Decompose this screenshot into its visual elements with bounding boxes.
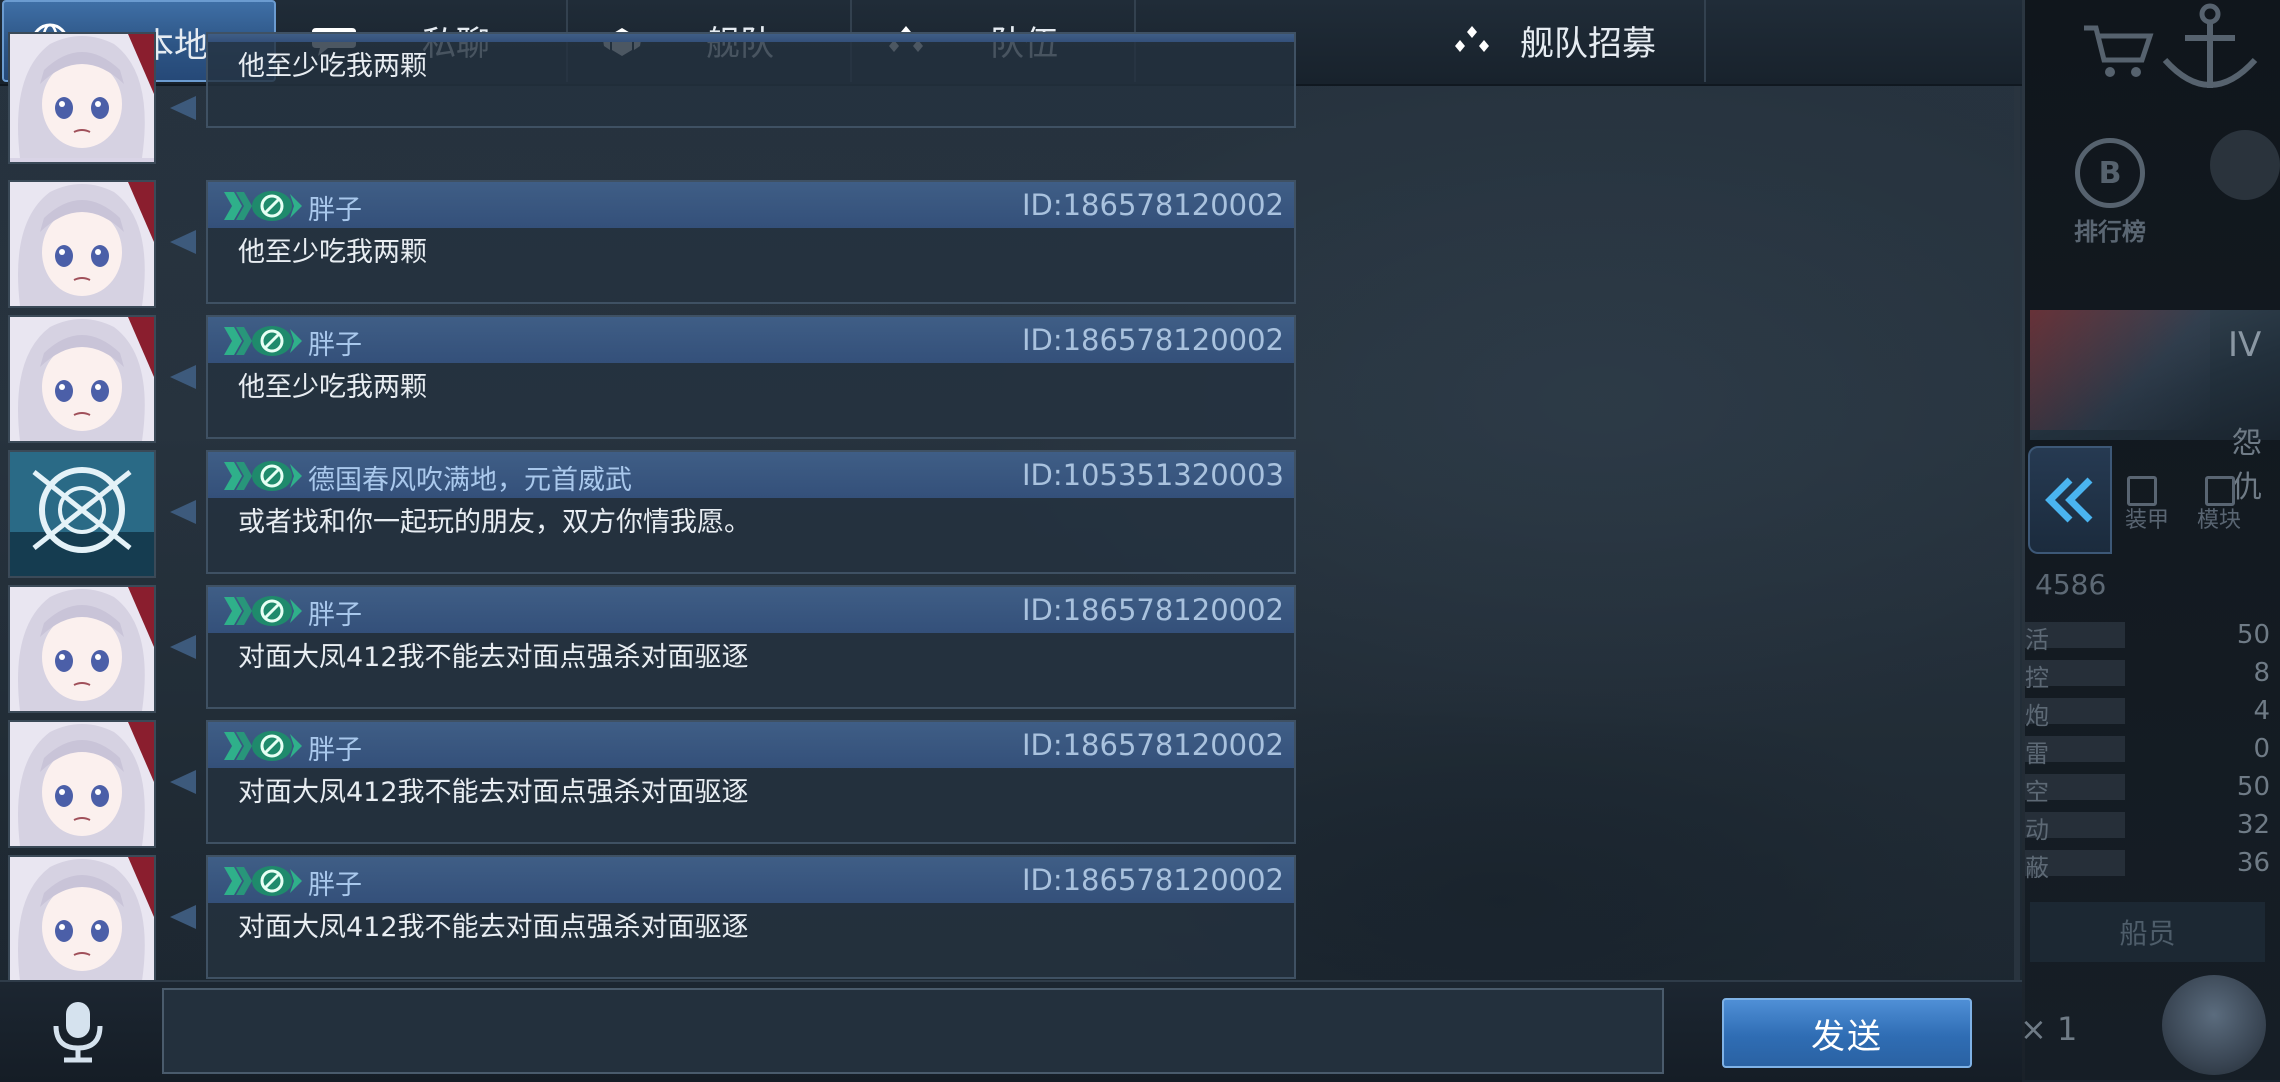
collapse-chat-button[interactable] bbox=[2028, 446, 2112, 554]
sender-id: ID:186578120002 bbox=[1021, 323, 1284, 357]
message-bubble[interactable]: 胖子 ID:186578120002 他至少吃我两颗 bbox=[206, 180, 1296, 304]
chat-message: 胖子 ID:186578120002 对面大凤412我不能去对面点强杀对面驱逐 bbox=[0, 585, 1300, 717]
rank-badge-icon bbox=[224, 866, 302, 896]
rank-badge-icon bbox=[224, 596, 302, 626]
anime-girl-avatar-icon bbox=[10, 317, 154, 441]
sender-id: ID:186578120002 bbox=[1021, 863, 1284, 897]
sender-id: ID:186578120002 bbox=[1021, 593, 1284, 627]
chat-message: 胖子 ID:186578120002 对面大凤412我不能去对面点强杀对面驱逐 bbox=[0, 855, 1300, 987]
bubble-pointer bbox=[170, 230, 196, 254]
message-header: 胖子 ID:186578120002 bbox=[208, 722, 1294, 768]
rank-badge-icon bbox=[224, 326, 302, 356]
message-header: 胖子 ID:186578120002 bbox=[208, 182, 1294, 228]
message-header: 德国春风吹满地，元首威武 ID:105351320003 bbox=[208, 452, 1294, 498]
bubble-pointer bbox=[170, 96, 196, 120]
anime-girl-avatar-icon bbox=[10, 587, 154, 711]
message-bubble[interactable]: 胖子 ID:186578120002 对面大凤412我不能去对面点强杀对面驱逐 bbox=[206, 720, 1296, 844]
module-label: 模块 bbox=[2197, 508, 2242, 533]
leaderboard-button[interactable]: B 排行榜 bbox=[2060, 130, 2160, 246]
sender-name[interactable]: 胖子 bbox=[308, 593, 362, 632]
chat-input[interactable] bbox=[162, 988, 1664, 1074]
crosshair-avatar[interactable] bbox=[8, 450, 156, 578]
captain-avatar[interactable] bbox=[2162, 975, 2266, 1075]
leaderboard-icon: B bbox=[2075, 138, 2145, 208]
sender-id: ID:186578120002 bbox=[1021, 728, 1284, 762]
message-text: 对面大凤412我不能去对面点强杀对面驱逐 bbox=[238, 777, 749, 808]
message-bubble[interactable]: 胖子 ID:186578120002 对面大凤412我不能去对面点强杀对面驱逐 bbox=[206, 855, 1296, 979]
rank-badge-icon bbox=[224, 191, 302, 221]
crosshair-avatar-icon bbox=[10, 452, 154, 576]
rank-badge-icon bbox=[224, 461, 302, 491]
chat-message: 胖子 ID:186578120002 他至少吃我两颗 bbox=[0, 180, 1300, 312]
message-bubble[interactable]: 他至少吃我两颗 bbox=[206, 32, 1296, 128]
message-text: 他至少吃我两颗 bbox=[238, 51, 427, 82]
microphone-icon[interactable] bbox=[40, 996, 116, 1068]
chat-message: 他至少吃我两颗 bbox=[0, 32, 1300, 164]
stat-row: 活 50 bbox=[2025, 620, 2270, 654]
ship-score: 4586 bbox=[2035, 568, 2107, 601]
sender-name[interactable]: 胖子 bbox=[308, 188, 362, 227]
input-bar: 发送 bbox=[0, 980, 2022, 1082]
message-bubble[interactable]: 德国春风吹满地，元首威武 ID:105351320003 或者找和你一起玩的朋友… bbox=[206, 450, 1296, 574]
message-bubble[interactable]: 胖子 ID:186578120002 对面大凤412我不能去对面点强杀对面驱逐 bbox=[206, 585, 1296, 709]
ship-flag bbox=[2030, 310, 2210, 430]
ship-modules: 装甲 模块 bbox=[2125, 470, 2280, 540]
ship-tier: IV bbox=[2228, 325, 2262, 365]
anime-girl-avatar[interactable] bbox=[8, 180, 156, 308]
message-header: 胖子 ID:186578120002 bbox=[208, 857, 1294, 903]
team-dots-icon bbox=[1455, 26, 1489, 52]
anchor-icon[interactable] bbox=[2155, 0, 2265, 96]
anime-girl-avatar[interactable] bbox=[8, 32, 156, 164]
sender-name[interactable]: 胖子 bbox=[308, 323, 362, 362]
message-text: 对面大凤412我不能去对面点强杀对面驱逐 bbox=[238, 642, 749, 673]
armor-label: 装甲 bbox=[2125, 508, 2170, 533]
scrollbar[interactable] bbox=[2014, 84, 2020, 980]
sender-id: ID:105351320003 bbox=[1021, 458, 1284, 492]
anime-girl-avatar-icon bbox=[10, 857, 154, 981]
sender-name[interactable]: 胖子 bbox=[308, 863, 362, 902]
stat-row: 控8 bbox=[2025, 658, 2270, 692]
bubble-pointer bbox=[170, 365, 196, 389]
chat-message: 胖子 ID:186578120002 他至少吃我两颗 bbox=[0, 315, 1300, 447]
anime-girl-avatar-icon bbox=[10, 182, 154, 306]
tab-label: 舰队招募 bbox=[1520, 24, 1656, 64]
anime-girl-avatar[interactable] bbox=[8, 855, 156, 983]
stat-row: 动 32 bbox=[2025, 810, 2270, 844]
bubble-pointer bbox=[170, 770, 196, 794]
stat-row: 蔽 36 bbox=[2025, 848, 2270, 882]
stat-row: 炮4 bbox=[2025, 696, 2270, 730]
message-text: 他至少吃我两颗 bbox=[238, 372, 427, 403]
leaderboard-label: 排行榜 bbox=[2074, 218, 2146, 246]
message-bubble[interactable]: 胖子 ID:186578120002 他至少吃我两颗 bbox=[206, 315, 1296, 439]
bubble-pointer bbox=[170, 635, 196, 659]
multiplier-label: × 1 bbox=[2020, 1010, 2078, 1048]
chat-message: 胖子 ID:186578120002 对面大凤412我不能去对面点强杀对面驱逐 bbox=[0, 720, 1300, 852]
bubble-pointer bbox=[170, 500, 196, 524]
message-text: 或者找和你一起玩的朋友，双方你情我愿。 bbox=[238, 507, 751, 538]
message-header bbox=[208, 34, 1294, 42]
message-text: 他至少吃我两颗 bbox=[238, 237, 427, 268]
message-header: 胖子 ID:186578120002 bbox=[208, 587, 1294, 633]
bubble-pointer bbox=[170, 905, 196, 929]
stat-row: 雷0 bbox=[2025, 734, 2270, 768]
ship-stats: 活 50 控8 炮4 雷0 空 50 动 32 蔽 36 bbox=[2025, 616, 2280, 882]
sender-id: ID:186578120002 bbox=[1021, 188, 1284, 222]
anime-girl-avatar-icon bbox=[10, 34, 154, 158]
anime-girl-avatar[interactable] bbox=[8, 585, 156, 713]
message-text: 对面大凤412我不能去对面点强杀对面驱逐 bbox=[238, 912, 749, 943]
crew-button[interactable]: 船员 bbox=[2030, 902, 2265, 962]
send-button[interactable]: 发送 bbox=[1722, 998, 1972, 1068]
double-chevron-left-icon bbox=[2045, 477, 2093, 523]
play-icon[interactable] bbox=[2210, 130, 2280, 200]
sender-name[interactable]: 胖子 bbox=[308, 728, 362, 767]
message-header: 胖子 ID:186578120002 bbox=[208, 317, 1294, 363]
chat-message: 德国春风吹满地，元首威武 ID:105351320003 或者找和你一起玩的朋友… bbox=[0, 450, 1300, 582]
anime-girl-avatar-icon bbox=[10, 722, 154, 846]
rank-badge-icon bbox=[224, 731, 302, 761]
stat-row: 空 50 bbox=[2025, 772, 2270, 806]
sender-name[interactable]: 德国春风吹满地，元首威武 bbox=[308, 458, 632, 497]
anime-girl-avatar[interactable] bbox=[8, 315, 156, 443]
anime-girl-avatar[interactable] bbox=[8, 720, 156, 848]
shop-cart-icon[interactable] bbox=[2080, 20, 2156, 80]
